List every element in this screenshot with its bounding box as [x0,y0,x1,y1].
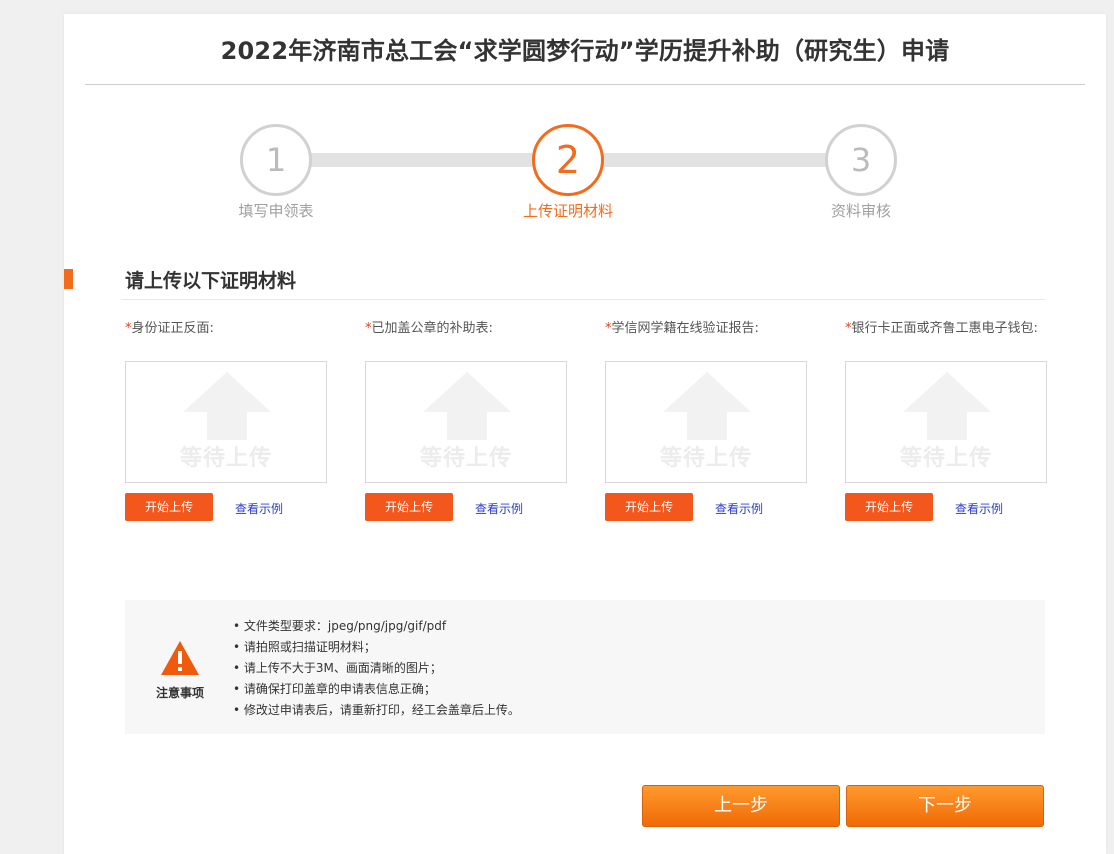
upload-placeholder: 等待上传 [179,446,272,471]
upload-stamped-form: *已加盖公章的补助表: 等待上传 开始上传 查看示例 [365,320,569,521]
step-number-circle: 3 [825,124,897,196]
upload-label-text: 银行卡正面或齐鲁工惠电子钱包: [851,321,1038,336]
upload-bank-card: *银行卡正面或齐鲁工惠电子钱包: 等待上传 开始上传 查看示例 [845,320,1049,521]
view-example-link[interactable]: 查看示例 [715,500,763,517]
step-number-circle: 2 [532,124,604,196]
upload-label: *已加盖公章的补助表: [365,320,569,356]
upload-arrow-icon [903,372,991,440]
upload-label: *银行卡正面或齐鲁工惠电子钱包: [845,320,1049,356]
upload-label-text: 学信网学籍在线验证报告: [611,321,759,336]
section-marker [64,269,73,289]
next-step-button[interactable]: 下一步 [846,785,1044,827]
section-title: 请上传以下证明材料 [125,270,297,292]
notice-item: 修改过申请表后，请重新打印，经工会盖章后上传。 [233,700,520,721]
upload-placeholder: 等待上传 [419,446,512,471]
step-number-circle: 1 [240,124,312,196]
step-label: 填写申领表 [238,202,314,220]
upload-placeholder: 等待上传 [899,446,992,471]
upload-label-text: 已加盖公章的补助表: [371,321,493,336]
step-upload-materials: 2 上传证明材料 [498,124,638,221]
step-label: 上传证明材料 [522,202,613,220]
notice-item: 请确保打印盖章的申请表信息正确； [233,679,520,700]
notice-panel: 注意事项 文件类型要求：jpeg/png/jpg/gif/pdf 请拍照或扫描证… [125,600,1045,734]
upload-dropzone[interactable]: 等待上传 [365,361,567,483]
upload-arrow-icon [183,372,271,440]
notice-item: 请拍照或扫描证明材料； [233,637,520,658]
upload-dropzone[interactable]: 等待上传 [125,361,327,483]
upload-label-text: 身份证正反面: [131,321,214,336]
upload-arrow-icon [663,372,751,440]
notice-label: 注意事项 [155,686,204,700]
start-upload-button[interactable]: 开始上传 [605,493,693,521]
notice-item: 文件类型要求：jpeg/png/jpg/gif/pdf [233,616,520,637]
view-example-link[interactable]: 查看示例 [235,500,283,517]
progress-steps: 1 填写申领表 2 上传证明材料 3 资料审核 [64,124,1106,234]
notice-icon-group: 注意事项 [155,640,205,701]
upload-label: *身份证正反面: [125,320,329,356]
upload-dropzone[interactable]: 等待上传 [845,361,1047,483]
previous-step-button[interactable]: 上一步 [642,785,840,827]
upload-arrow-icon [423,372,511,440]
page-title: 2022年济南市总工会“求学圆梦行动”学历提升补助（研究生）申请 [220,37,950,65]
upload-id-card: *身份证正反面: 等待上传 开始上传 查看示例 [125,320,329,521]
step-review: 3 资料审核 [791,124,931,221]
warning-icon [161,641,199,675]
notice-item: 请上传不大于3M、画面清晰的图片； [233,658,520,679]
step-fill-form: 1 填写申领表 [206,124,346,221]
start-upload-button[interactable]: 开始上传 [845,493,933,521]
start-upload-button[interactable]: 开始上传 [365,493,453,521]
upload-dropzone[interactable]: 等待上传 [605,361,807,483]
step-label: 资料审核 [830,202,891,220]
view-example-link[interactable]: 查看示例 [475,500,523,517]
upload-chsi-report: *学信网学籍在线验证报告: 等待上传 开始上传 查看示例 [605,320,809,521]
view-example-link[interactable]: 查看示例 [955,500,1003,517]
application-card: 2022年济南市总工会“求学圆梦行动”学历提升补助（研究生）申请 1 填写申领表… [64,14,1106,854]
notice-list: 文件类型要求：jpeg/png/jpg/gif/pdf 请拍照或扫描证明材料； … [233,616,520,721]
title-divider [85,84,1085,85]
upload-placeholder: 等待上传 [659,446,752,471]
start-upload-button[interactable]: 开始上传 [125,493,213,521]
section-divider [121,299,1045,300]
upload-label: *学信网学籍在线验证报告: [605,320,809,356]
